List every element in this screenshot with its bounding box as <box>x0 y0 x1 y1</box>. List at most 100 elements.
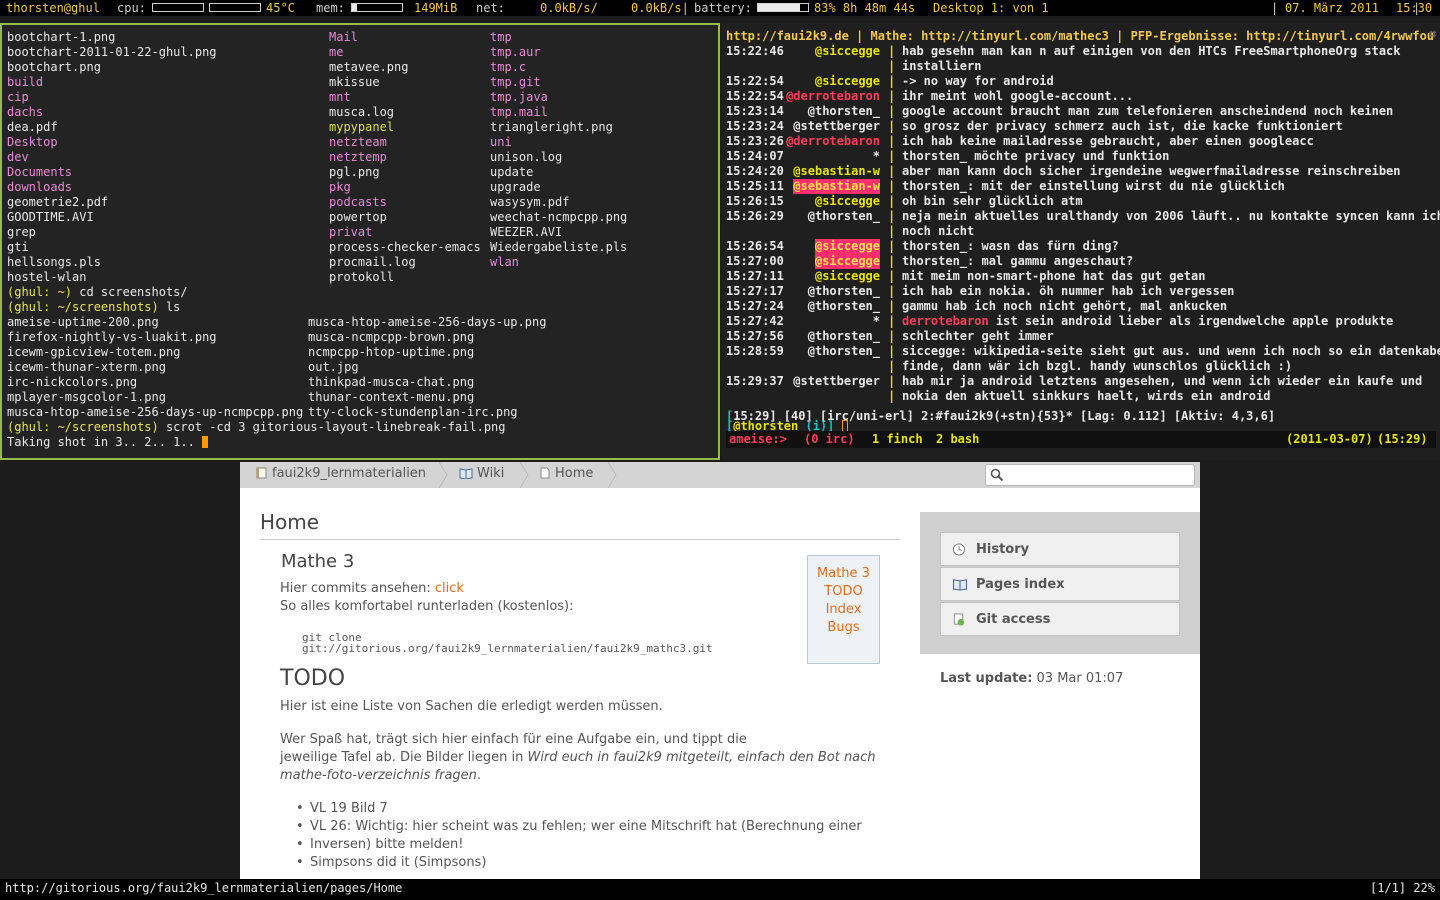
file-entry: dev <box>7 150 29 164</box>
toc-item[interactable]: TODO <box>808 583 879 601</box>
sidebar-git-access[interactable]: Git access <box>940 602 1180 636</box>
nick[interactable]: @sebastian-w <box>793 164 880 179</box>
ls2-column-2: musca-htop-ameise-256-days-up.png musca-n… <box>308 315 546 420</box>
todo-emphasis: Wird euch in faui2k9 mitgeteilt, einfach… <box>527 750 876 765</box>
open-book-icon <box>953 579 967 591</box>
message-text: mit meim non-smart-phone hat das gut get… <box>902 269 1206 283</box>
file-entry: tmp.mail <box>490 105 548 119</box>
file-entry: musca-htop-ameise-256-days-up-ncmpcpp.pn… <box>7 405 304 419</box>
current-url: http://gitorious.org/faui2k9_lernmateria… <box>5 881 403 895</box>
nick[interactable]: @thorsten_ <box>808 284 880 299</box>
search-input[interactable] <box>985 464 1195 486</box>
breadcrumb-home[interactable]: Home <box>539 462 593 488</box>
column-separator: | <box>888 119 896 133</box>
file-entry: irc-nickcolors.png <box>7 375 138 389</box>
timestamp: 15:22:54 <box>726 74 784 88</box>
file-entry: dea.pdf <box>7 120 58 134</box>
message-text: oh bin sehr glücklich atm <box>902 194 1083 208</box>
mem-bar <box>351 3 403 12</box>
nick[interactable]: @thorsten_ <box>808 344 880 359</box>
file-entry: bootchart-1.png <box>7 30 116 44</box>
net-label: net: <box>476 1 505 15</box>
terminal-window[interactable]: bootchart-1.png bootchart-2011-01-22-ghul… <box>0 23 720 460</box>
table-of-contents: Mathe 3 TODO Index Bugs <box>807 555 880 664</box>
column-separator: | <box>888 314 896 328</box>
url-bar[interactable]: http://gitorious.org/faui2k9_lernmateria… <box>0 879 1440 900</box>
list-item: Simpsons did it (Simpsons) <box>296 854 862 872</box>
column-separator: | <box>888 89 896 103</box>
column-separator: | <box>888 224 896 238</box>
nick[interactable]: @stettberger <box>793 119 880 134</box>
toc-item[interactable]: Index <box>808 601 879 619</box>
timestamp: 15:28:59 <box>726 344 784 358</box>
timestamp: 15:25:11 <box>726 179 784 193</box>
terminal-cursor <box>202 436 209 448</box>
nick[interactable]: @thorsten_ <box>808 329 880 344</box>
sidebar-label: Pages index <box>976 577 1065 592</box>
tb-irc: (0 irc) <box>804 432 855 446</box>
column-separator: | <box>888 44 896 58</box>
breadcrumb-wiki[interactable]: Wiki <box>459 462 504 488</box>
nick[interactable]: @siccegge <box>815 269 880 284</box>
nick[interactable]: @thorsten_ <box>808 209 880 224</box>
last-update-value: 03 Mar 01:07 <box>1032 671 1124 686</box>
nick[interactable]: @derrotebaron <box>786 134 880 149</box>
message-text: thorsten_ möchte privacy und funktion <box>902 149 1170 163</box>
file-entry: Mail <box>329 30 358 44</box>
screen-taskbar: ameise:> (0 irc) 1 finch 2 bash (2011-03… <box>726 431 1436 448</box>
file-entry: WEEZER.AVI <box>490 225 563 239</box>
file-entry: icewm-gpicview-totem.png <box>7 345 181 359</box>
toc-item[interactable]: Mathe 3 <box>808 565 879 583</box>
column-separator: | <box>888 299 896 313</box>
clock-icon <box>952 543 966 556</box>
commits-link[interactable]: click <box>435 581 464 596</box>
irc-window[interactable]: http://faui2k9.de | Mathe: http://tinyur… <box>722 23 1440 460</box>
sidebar-pages-index[interactable]: Pages index <box>940 567 1180 601</box>
nick[interactable]: @thorsten_ <box>808 104 880 119</box>
nick[interactable]: @sebastian-w <box>793 179 880 194</box>
timestamp: 15:23:14 <box>726 104 784 118</box>
tb-window-2[interactable]: 2 bash <box>936 432 979 447</box>
message-text: -> no way for android <box>902 74 1054 88</box>
nick[interactable]: @derrotebaron <box>786 89 880 104</box>
nick[interactable]: @siccegge <box>814 254 880 269</box>
breadcrumb-label: Wiki <box>477 466 505 481</box>
file-entry: mplayer-msgcolor-1.png <box>7 390 166 404</box>
message-text: installiern <box>902 59 982 73</box>
nick[interactable]: @siccegge <box>815 74 880 89</box>
column-separator: | <box>888 389 896 403</box>
message-text: siccegge: wikipedia-seite sieht gut aus.… <box>902 344 1440 358</box>
todo-intro: Hier ist eine Liste von Sachen die erled… <box>280 699 663 714</box>
column-separator: | <box>888 179 896 193</box>
file-entry: process-checker-emacs <box>329 240 481 254</box>
message-text: nokia den aktuell sinkkurs haelt, wirds … <box>902 389 1271 403</box>
breadcrumb-project[interactable]: faui2k9_lernmaterialien <box>256 462 426 488</box>
todo-text: jeweilige Tafel ab. Die Bilder liegen in <box>280 750 528 765</box>
file-entry: tmp.git <box>490 75 541 89</box>
net-in: 0.0kB/s/ <box>540 1 598 15</box>
file-entry: bootchart-2011-01-22-ghul.png <box>7 45 217 59</box>
toc-item[interactable]: Bugs <box>808 619 879 637</box>
cpu-label: cpu: <box>117 1 146 15</box>
file-entry: musca.log <box>329 105 395 119</box>
sidebar-history[interactable]: History <box>940 532 1180 566</box>
nick[interactable]: @thorsten_ <box>808 299 880 314</box>
sidebar-label: History <box>976 542 1030 557</box>
message-text: thorsten_: wasn das fürn ding? <box>902 239 1119 253</box>
file-entry: GOODTIME.AVI <box>7 210 94 224</box>
nick[interactable]: @siccegge <box>815 194 880 209</box>
nick[interactable]: * <box>873 314 880 329</box>
nick[interactable]: @siccegge <box>815 44 880 59</box>
file-entry: cip <box>7 90 29 104</box>
ls2-column-1: ameise-uptime-200.png firefox-nightly-vs-… <box>7 315 303 420</box>
tb-window-1[interactable]: 1 finch <box>872 432 923 447</box>
nick[interactable]: * <box>873 149 880 164</box>
file-entry: dachs <box>7 105 44 119</box>
nick[interactable]: @stettberger <box>793 374 880 389</box>
file-entry: netztemp <box>329 150 387 164</box>
file-entry: icewm-thunar-xterm.png <box>7 360 166 374</box>
nick[interactable]: @siccegge <box>814 239 880 254</box>
wiki-sidebar: History Pages index Git access <box>920 512 1200 654</box>
timestamp: 15:29:37 <box>726 374 784 388</box>
message-text: ihr meint wohl google-account... <box>902 89 1134 103</box>
